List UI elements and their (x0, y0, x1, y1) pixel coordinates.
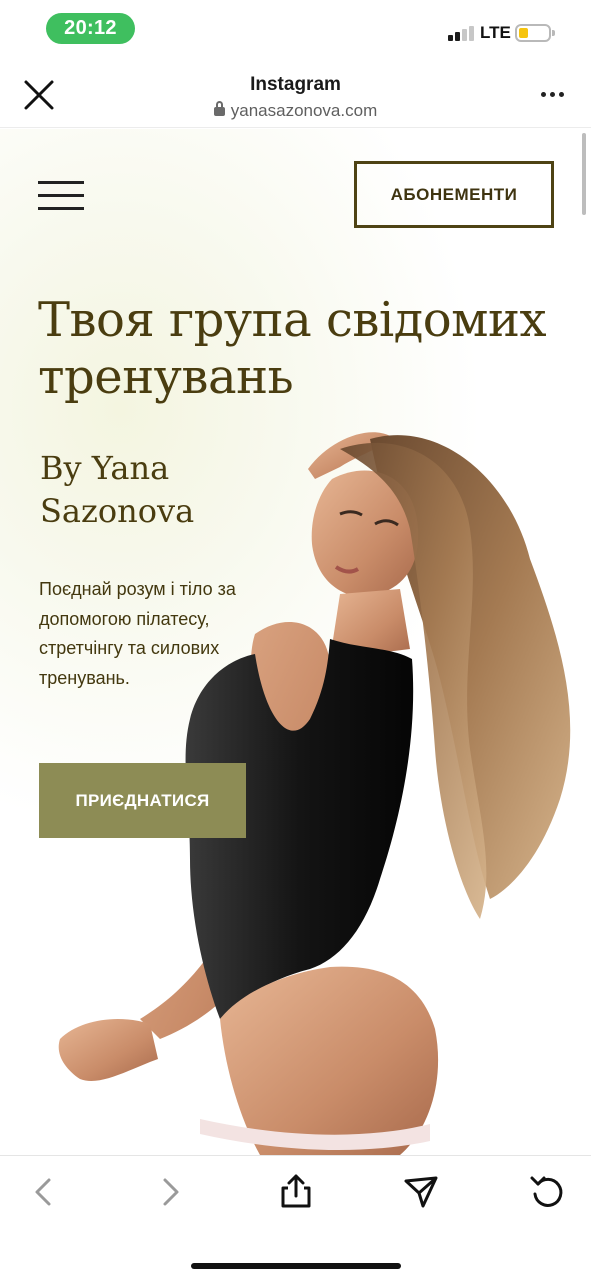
status-bar: 20:12 LTE (0, 0, 591, 60)
network-label: LTE (480, 23, 511, 42)
web-content: АБОНЕМЕНТИ Твоя група свідомих тренувань… (0, 129, 591, 1155)
join-button[interactable]: ПРИЄДНАТИСЯ (39, 763, 246, 838)
more-dots-icon[interactable] (541, 92, 565, 98)
browser-toolbar (0, 1155, 591, 1280)
hero-byline: By Yana Sazonova (40, 449, 195, 530)
browser-title: Instagram (250, 74, 341, 95)
status-time: 20:12 (46, 13, 135, 44)
hamburger-menu-icon[interactable] (38, 179, 84, 213)
back-arrow-icon[interactable] (24, 1172, 64, 1212)
reload-icon[interactable] (527, 1172, 567, 1212)
browser-header: Instagram yanasazonova.com (0, 60, 591, 128)
browser-url[interactable]: yanasazonova.com (0, 101, 591, 121)
subscriptions-button[interactable]: АБОНЕМЕНТИ (354, 161, 554, 228)
hero-title: Твоя група свідомих тренувань (38, 292, 547, 405)
signal-icon (448, 25, 476, 41)
forward-arrow-icon[interactable] (150, 1172, 190, 1212)
battery-icon (515, 24, 555, 42)
scrollbar[interactable] (582, 133, 586, 215)
send-icon[interactable] (401, 1172, 441, 1212)
url-text: yanasazonova.com (230, 101, 378, 120)
lock-icon (213, 101, 225, 116)
share-icon[interactable] (276, 1172, 316, 1212)
hero-description: Поєднай розум і тіло за допомогою пілате… (39, 579, 236, 688)
home-indicator[interactable] (191, 1263, 401, 1269)
